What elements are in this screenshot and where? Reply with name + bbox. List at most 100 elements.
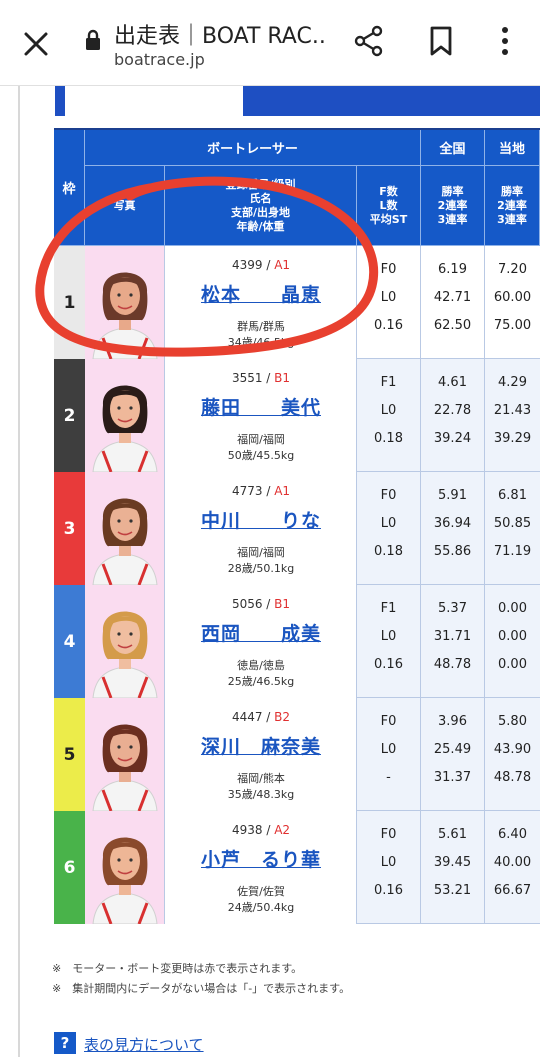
racer-photo[interactable]: [85, 811, 165, 924]
racer-name-link[interactable]: 松本 晶恵: [165, 280, 357, 307]
tab-strip: [55, 86, 540, 116]
registration-number: 4447 /: [231, 710, 275, 724]
page-url[interactable]: boatrace.jp: [114, 50, 205, 69]
header-avg-st: 平均ST: [369, 212, 408, 226]
stat-st: 0.16: [374, 318, 403, 333]
local-stats: 5.80 43.90 48.78: [485, 698, 540, 811]
stat-l-2: 40.00: [493, 855, 532, 870]
local-stats: 6.81 50.85 71.19: [485, 472, 540, 585]
racer-name-link[interactable]: 藤田 美代: [165, 393, 357, 420]
national-stats: 5.37 31.71 48.78: [421, 585, 485, 698]
table-row: 4 5056 / B1 西岡 成美 徳島/徳島 25歳/46.5kg F1 L0 0.16 5.…: [54, 585, 540, 698]
table-row: 5 4447 / B2 深川 麻奈美 福岡/熊本 35歳/48.3kg F0 L0 - 3.96…: [54, 698, 540, 811]
registration-number: 4773 /: [231, 484, 275, 498]
stat-l-win: 6.81: [498, 488, 527, 503]
stat-n-3: 48.78: [433, 657, 472, 672]
local-stats: 6.40 40.00 66.67: [485, 811, 540, 924]
stat-l-2: 50.85: [493, 516, 532, 531]
national-stats: 4.61 22.78 39.24: [421, 359, 485, 472]
stat-l-3: 0.00: [498, 657, 527, 672]
racer-name-link[interactable]: 小芦 るり華: [165, 845, 357, 872]
stat-st: 0.16: [374, 657, 403, 672]
racer-branch: 群馬/群馬: [237, 320, 285, 333]
racer-age-weight: 35歳/48.3kg: [227, 788, 295, 801]
racer-age-weight: 50歳/45.5kg: [227, 449, 295, 462]
stat-l: L0: [380, 290, 397, 305]
more-options-icon[interactable]: [488, 24, 522, 58]
header-national-2: 2連率: [437, 198, 468, 212]
table-row: 1 4399 / A1 松本 晶恵 群馬/群馬 34歳/46.5kg F0 L0 0.16 6.…: [54, 246, 540, 359]
racer-portrait-icon: [92, 837, 158, 924]
racer-branch: 福岡/福岡: [237, 546, 285, 559]
stat-n-win: 3.96: [438, 714, 467, 729]
header-info-age: 年齢/体重: [236, 219, 285, 233]
stat-l-win: 4.29: [498, 375, 527, 390]
header-local-win: 勝率: [501, 184, 523, 198]
share-icon[interactable]: [352, 24, 386, 58]
stat-n-win: 5.37: [438, 601, 467, 616]
registration-number: 5056 /: [231, 597, 275, 611]
registration: 4447 / B2: [165, 710, 357, 724]
racer-info: 4773 / A1 中川 りな福岡/福岡 28歳/50.1kg: [165, 472, 357, 585]
racer-photo[interactable]: [85, 472, 165, 585]
stat-n-3: 53.21: [433, 883, 472, 898]
racer-name-link[interactable]: 中川 りな: [165, 506, 357, 533]
frame-number: 3: [54, 472, 85, 585]
registration: 4773 / A1: [165, 484, 357, 498]
registration: 3551 / B1: [165, 371, 357, 385]
racer-branch: 福岡/熊本: [237, 772, 285, 785]
header-info-reg: 登録番号/級別: [225, 177, 296, 191]
stat-l-win: 0.00: [498, 601, 527, 616]
racer-photo[interactable]: [85, 698, 165, 811]
racer-age-weight: 25歳/46.5kg: [227, 675, 295, 688]
header-local-3: 3連率: [497, 212, 527, 226]
racer-info: 3551 / B1 藤田 美代 福岡/福岡 50歳/45.5kg: [165, 359, 357, 472]
header-local-2: 2連率: [497, 198, 527, 212]
header-national-rates: 勝率 2連率 3連率: [421, 166, 485, 246]
table-guide-link[interactable]: 表の見方について: [84, 1034, 204, 1055]
lock-icon: [86, 29, 100, 50]
racer-name-link[interactable]: 深川 麻奈美: [165, 732, 357, 759]
stat-st: -: [386, 770, 391, 785]
table-row: 3 4773 / A1 中川 りな 福岡/福岡 28歳/50.1kg F0 L0 0.18 5.…: [54, 472, 540, 585]
help-icon[interactable]: ?: [54, 1032, 76, 1054]
header-racer: ボートレーサー: [85, 130, 421, 166]
racer-portrait-icon: [92, 611, 158, 698]
racer-class: B2: [274, 710, 291, 724]
stat-l-3: 71.19: [493, 544, 532, 559]
header-fl: F数 L数 平均ST: [357, 166, 421, 246]
stat-f: F0: [380, 262, 397, 277]
racer-photo[interactable]: [85, 359, 165, 472]
page-left-border: [18, 86, 20, 1057]
local-stats: 4.29 21.43 39.29: [485, 359, 540, 472]
active-tab[interactable]: [65, 86, 243, 116]
stat-l: L0: [380, 629, 397, 644]
stat-f: F0: [380, 827, 397, 842]
racer-photo[interactable]: [85, 246, 165, 359]
racer-class: A2: [274, 823, 291, 837]
stat-n-2: 25.49: [433, 742, 472, 757]
racer-photo[interactable]: [85, 585, 165, 698]
stat-st: 0.18: [374, 544, 403, 559]
fl-stats: F0 L0 0.16: [357, 811, 421, 924]
racer-age-weight: 28歳/50.1kg: [227, 562, 295, 575]
fl-stats: F0 L0 0.18: [357, 472, 421, 585]
stat-l-win: 5.80: [498, 714, 527, 729]
header-l-count: L数: [379, 198, 398, 212]
close-icon[interactable]: [20, 28, 52, 60]
stat-n-3: 31.37: [433, 770, 472, 785]
frame-number: 2: [54, 359, 85, 472]
bookmark-icon[interactable]: [424, 24, 458, 58]
stat-l-win: 7.20: [498, 262, 527, 277]
racer-class: A1: [274, 258, 291, 272]
national-stats: 3.96 25.49 31.37: [421, 698, 485, 811]
note-motor-change: ※ モーター・ボート変更時は赤で表示されます。: [52, 962, 303, 975]
racer-name-link[interactable]: 西岡 成美: [165, 619, 357, 646]
stat-l-3: 39.29: [493, 431, 532, 446]
registration: 5056 / B1: [165, 597, 357, 611]
frame-number: 1: [54, 246, 85, 359]
browser-toolbar: 出走表｜BOAT RAC... boatrace.jp: [0, 0, 540, 86]
registration: 4399 / A1: [165, 258, 357, 272]
stat-l-3: 48.78: [493, 770, 532, 785]
stat-l: L0: [380, 742, 397, 757]
